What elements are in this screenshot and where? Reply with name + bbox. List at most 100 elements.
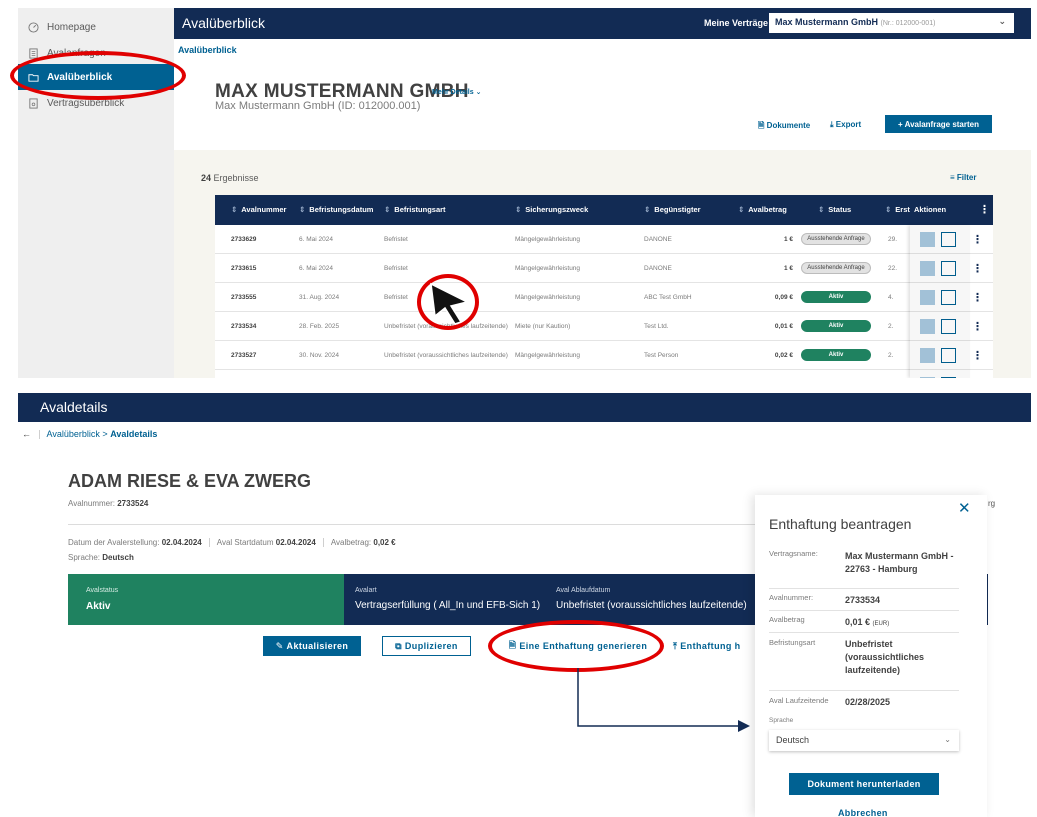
document-icon: 🗎 <box>758 121 765 130</box>
column-header-sicherungszweck[interactable]: ⇕ Sicherungszweck <box>515 205 588 214</box>
connector-arrow-icon <box>577 668 750 732</box>
cell-befristungsart: Befristet <box>384 294 408 301</box>
more-details-label: Mehr Details <box>432 89 474 96</box>
update-button[interactable]: ✎ Aktualisieren <box>263 636 361 656</box>
sort-icon: ⇕ <box>738 205 745 214</box>
cell-sicherungszweck: Mängelgewährleistung <box>515 294 581 301</box>
cell-avalbetrag: 0,01 € <box>774 323 793 330</box>
column-header-befristungsart[interactable]: ⇕ Befristungsart <box>384 205 446 214</box>
aval-meta: Datum der Avalerstellung: 02.04.2024 Aval… <box>68 538 396 548</box>
column-header-befristungsdatum[interactable]: ⇕ Befristungsdatum <box>299 205 373 214</box>
field-label: Aval Laufzeitende <box>769 696 829 705</box>
cell-beguenstigter: ABC Test GmbH <box>644 294 692 301</box>
cell-befristungsdatum: 28. Feb. 2025 <box>299 323 340 330</box>
status-label: Avalstatus <box>86 587 119 594</box>
column-header-label: Status <box>828 205 852 214</box>
download-document-button[interactable]: Dokument herunterladen <box>789 773 939 795</box>
amount-value: 0,02 € <box>373 538 396 547</box>
status-badge: Aktiv <box>801 320 871 332</box>
cell-sicherungszweck: Mängelgewährleistung <box>515 265 581 272</box>
close-icon[interactable]: ✕ <box>958 499 971 517</box>
table-row[interactable]: 2733629 6. Mai 2024 Befristet Mängelgewährl… <box>215 225 993 254</box>
column-header-status[interactable]: ⇕ Status <box>818 205 851 214</box>
background-peek-text: rg <box>988 499 996 508</box>
cell-sicherungszweck: Mängelgewährleistung <box>515 352 581 359</box>
status-badge: Aktiv <box>801 291 871 303</box>
table-row[interactable]: 2733527 30. Nov. 2024 Unbefristet (vorauss… <box>215 341 993 370</box>
duplicate-label: Duplizieren <box>404 641 458 651</box>
highlight-ring-generate <box>488 620 664 672</box>
more-icon[interactable]: ⋮ <box>972 291 983 304</box>
sort-icon: ⇕ <box>515 205 522 214</box>
chevron-down-icon: ⌄ <box>475 89 482 96</box>
export-label: Export <box>835 120 862 129</box>
field-value: 2733534 <box>845 595 881 605</box>
column-header-beguenstigter[interactable]: ⇕ Begünstigter <box>644 205 701 214</box>
cell-avalnummer: 2733534 <box>231 323 257 330</box>
highlight-ring-sidebar <box>10 51 186 100</box>
breadcrumb-current: Avaldetails <box>110 429 158 439</box>
status-badge: Aktiv <box>801 349 871 361</box>
cell-erst: 22. <box>888 265 898 272</box>
breadcrumb-parent[interactable]: Avalüberblick <box>47 429 100 439</box>
created-label: Datum der Avalerstellung: <box>68 538 160 547</box>
start-request-button[interactable]: + Avalanfrage starten <box>885 115 992 133</box>
back-arrow-icon[interactable]: ← <box>22 429 31 439</box>
cell-erst: 2. <box>888 323 894 330</box>
cell-avalbetrag: 1 € <box>783 265 793 272</box>
upload-icon: ⤒ <box>673 640 681 651</box>
more-details-toggle[interactable]: Mehr Details ⌄ <box>432 88 481 96</box>
chevron-down-icon: ⌄ <box>944 735 951 744</box>
cancel-button[interactable]: Abbrechen <box>838 808 888 817</box>
aval-number-label: Avalnummer: <box>68 499 115 508</box>
column-header-avalbetrag[interactable]: ⇕ Avalbetrag <box>738 205 787 214</box>
cell-avalnummer: 2733527 <box>231 352 257 359</box>
more-icon[interactable]: ⋮ <box>972 233 983 246</box>
field-label: Avalnummer: <box>769 593 814 602</box>
sort-icon: ⇕ <box>384 205 391 214</box>
field-label: Avalbetrag <box>769 615 805 624</box>
contract-select[interactable]: Max Mustermann GmbH (Nr.: 012000-001) ⌄ <box>769 13 1014 33</box>
cell-befristungsdatum: 6. Mai 2024 <box>299 236 333 243</box>
chevron-down-icon: ⌄ <box>998 16 1006 26</box>
export-button[interactable]: ⤓ Export <box>830 120 861 130</box>
mouse-pointer-icon <box>430 282 470 325</box>
cell-avalbetrag: 0,09 € <box>774 294 793 301</box>
actions-column <box>910 225 970 378</box>
more-icon[interactable]: ⋮ <box>972 262 983 275</box>
field-amount: Avalbetrag 0,01 € (EUR) <box>769 611 959 633</box>
column-header-avalnummer[interactable]: ⇕ Avalnummer <box>231 205 286 214</box>
release-upload-button[interactable]: ⤒ Enthaftung h <box>673 636 763 656</box>
details-breadcrumb: ← Avalüberblick > Avaldetails <box>22 429 158 440</box>
download-icon: ⤓ <box>830 120 834 129</box>
cell-beguenstigter: Test Person <box>644 352 679 359</box>
result-count-number: 24 <box>201 173 212 183</box>
breadcrumb-divider <box>38 430 40 440</box>
amount-label: Avalbetrag: <box>330 538 372 547</box>
more-icon[interactable]: ⋮ <box>972 349 983 362</box>
language-select[interactable]: Deutsch ⌄ <box>769 730 959 751</box>
duplicate-button[interactable]: ⧉ Duplizieren <box>382 636 471 656</box>
documents-button[interactable]: 🗎 Dokumente <box>758 120 810 134</box>
table-row[interactable]: 2733555 31. Aug. 2024 Befristet Mängelgewäh… <box>215 283 993 312</box>
cell-avalnummer: 2733629 <box>231 236 257 243</box>
column-header-erst[interactable]: ⇕ Erst <box>885 205 910 214</box>
field-value: Max Mustermann GmbH - 22763 - Hamburg <box>845 551 954 574</box>
table-row[interactable]: ⋮ <box>215 370 993 378</box>
sidebar-item-homepage[interactable]: Homepage <box>18 14 174 40</box>
table-row[interactable]: 2733534 28. Feb. 2025 Unbefristet (vorauss… <box>215 312 993 341</box>
column-menu-icon[interactable]: ⋮ <box>979 203 990 216</box>
cell-befristungsdatum: 30. Nov. 2024 <box>299 352 339 359</box>
divider <box>68 524 768 525</box>
more-icon[interactable]: ⋮ <box>972 320 983 333</box>
column-header-label: Befristungsdatum <box>309 205 374 214</box>
language-value: Deutsch <box>102 553 134 562</box>
cell-sicherungszweck: Mängelgewährleistung <box>515 236 581 243</box>
breadcrumb[interactable]: Avalüberblick <box>178 45 237 55</box>
filter-button[interactable]: ≡ Filter <box>950 173 976 182</box>
sidebar-item-label: Homepage <box>47 21 96 33</box>
table-row[interactable]: 2733615 6. Mai 2024 Befristet Mängelgewährl… <box>215 254 993 283</box>
pencil-icon: ✎ <box>275 640 287 651</box>
cell-befristungsdatum: 6. Mai 2024 <box>299 265 333 272</box>
cell-erst: 2. <box>888 352 894 359</box>
